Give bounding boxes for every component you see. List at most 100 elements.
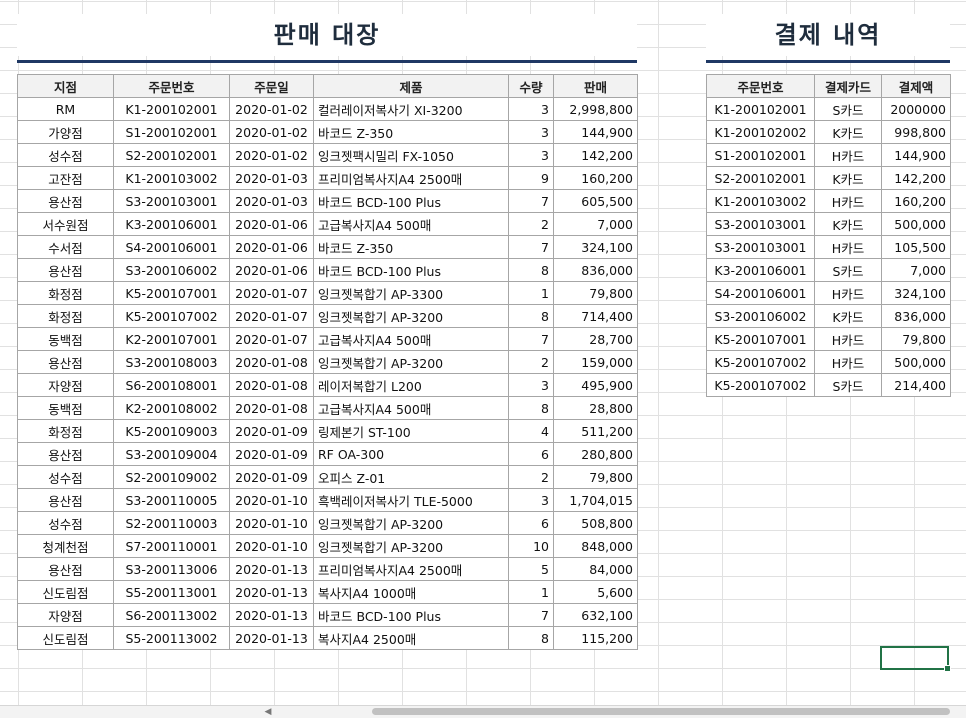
cell-payment-amount[interactable]: 500,000	[881, 212, 951, 236]
cell-order-date[interactable]: 2020-01-08	[229, 373, 314, 397]
cell-product[interactable]: 잉크젯복합기 AP-3200	[313, 534, 509, 558]
cell-quantity[interactable]: 2	[508, 350, 554, 374]
cell-quantity[interactable]: 8	[508, 396, 554, 420]
cell-order-date[interactable]: 2020-01-09	[229, 419, 314, 443]
cell-order-number[interactable]: S7-200110001	[113, 534, 230, 558]
cell-branch[interactable]: 청계천점	[17, 534, 114, 558]
cell-product[interactable]: 오피스 Z-01	[313, 465, 509, 489]
cell-sales-amount[interactable]: 7,000	[553, 212, 638, 236]
cell-payment-card[interactable]: S카드	[814, 258, 882, 282]
cell-sales-amount[interactable]: 632,100	[553, 603, 638, 627]
cell-sales-amount[interactable]: 848,000	[553, 534, 638, 558]
cell-order-date[interactable]: 2020-01-13	[229, 580, 314, 604]
cell-quantity[interactable]: 1	[508, 281, 554, 305]
cell-payment-amount[interactable]: 79,800	[881, 327, 951, 351]
cell-quantity[interactable]: 3	[508, 97, 554, 121]
cell-quantity[interactable]: 3	[508, 488, 554, 512]
horizontal-scrollbar[interactable]: ◀	[0, 705, 966, 718]
cell-sales-amount[interactable]: 495,900	[553, 373, 638, 397]
header-payment-amount[interactable]: 결제액	[881, 74, 951, 98]
cell-sales-amount[interactable]: 605,500	[553, 189, 638, 213]
cell-payment-card[interactable]: H카드	[814, 327, 882, 351]
cell-branch[interactable]: 용산점	[17, 557, 114, 581]
cell-quantity[interactable]: 7	[508, 603, 554, 627]
cell-payment-card[interactable]: H카드	[814, 350, 882, 374]
cell-quantity[interactable]: 3	[508, 143, 554, 167]
cell-order-date[interactable]: 2020-01-06	[229, 212, 314, 236]
cell-order-date[interactable]: 2020-01-02	[229, 120, 314, 144]
cell-branch[interactable]: 가양점	[17, 120, 114, 144]
cell-sales-amount[interactable]: 115,200	[553, 626, 638, 650]
cell-branch[interactable]: RM	[17, 97, 114, 121]
cell-order-number[interactable]: S3-200110005	[113, 488, 230, 512]
cell-order-date[interactable]: 2020-01-08	[229, 350, 314, 374]
cell-order-number[interactable]: K2-200107001	[113, 327, 230, 351]
cell-quantity[interactable]: 2	[508, 465, 554, 489]
cell-order-date[interactable]: 2020-01-07	[229, 327, 314, 351]
cell-order-date[interactable]: 2020-01-03	[229, 166, 314, 190]
cell-payment-order-number[interactable]: K1-200103002	[706, 189, 815, 213]
cell-sales-amount[interactable]: 159,000	[553, 350, 638, 374]
cell-product[interactable]: 프리미엄복사지A4 2500매	[313, 557, 509, 581]
cell-product[interactable]: 바코드 Z-350	[313, 120, 509, 144]
cell-payment-amount[interactable]: 214,400	[881, 373, 951, 397]
cell-sales-amount[interactable]: 511,200	[553, 419, 638, 443]
cell-quantity[interactable]: 7	[508, 189, 554, 213]
cell-order-number[interactable]: S6-200108001	[113, 373, 230, 397]
scrollbar-thumb[interactable]	[372, 708, 950, 715]
cell-order-date[interactable]: 2020-01-02	[229, 97, 314, 121]
header-branch[interactable]: 지점	[17, 74, 114, 98]
header-order-date[interactable]: 주문일	[229, 74, 314, 98]
cell-product[interactable]: 링제본기 ST-100	[313, 419, 509, 443]
cell-order-number[interactable]: S3-200109004	[113, 442, 230, 466]
cell-order-date[interactable]: 2020-01-07	[229, 281, 314, 305]
cell-order-number[interactable]: S3-200106002	[113, 258, 230, 282]
cell-sales-amount[interactable]: 836,000	[553, 258, 638, 282]
cell-payment-order-number[interactable]: S2-200102001	[706, 166, 815, 190]
cell-order-number[interactable]: K1-200103002	[113, 166, 230, 190]
cell-branch[interactable]: 동백점	[17, 327, 114, 351]
header-sales-amount[interactable]: 판매	[553, 74, 638, 98]
cell-sales-amount[interactable]: 714,400	[553, 304, 638, 328]
cell-product[interactable]: 바코드 BCD-100 Plus	[313, 603, 509, 627]
cell-order-number[interactable]: S1-200102001	[113, 120, 230, 144]
cell-payment-amount[interactable]: 500,000	[881, 350, 951, 374]
cell-product[interactable]: 잉크젯복합기 AP-3300	[313, 281, 509, 305]
cell-order-number[interactable]: K2-200108002	[113, 396, 230, 420]
cell-quantity[interactable]: 6	[508, 511, 554, 535]
cell-payment-order-number[interactable]: S3-200103001	[706, 235, 815, 259]
cell-payment-order-number[interactable]: K5-200107001	[706, 327, 815, 351]
cell-quantity[interactable]: 7	[508, 235, 554, 259]
cell-order-date[interactable]: 2020-01-08	[229, 396, 314, 420]
cell-order-number[interactable]: K3-200106001	[113, 212, 230, 236]
cell-payment-order-number[interactable]: K1-200102002	[706, 120, 815, 144]
cell-product[interactable]: 복사지A4 2500매	[313, 626, 509, 650]
cell-branch[interactable]: 성수점	[17, 465, 114, 489]
cell-order-date[interactable]: 2020-01-10	[229, 511, 314, 535]
cell-sales-amount[interactable]: 280,800	[553, 442, 638, 466]
cell-payment-amount[interactable]: 324,100	[881, 281, 951, 305]
cell-order-date[interactable]: 2020-01-09	[229, 465, 314, 489]
cell-sales-amount[interactable]: 2,998,800	[553, 97, 638, 121]
cell-product[interactable]: 컬러레이저복사기 XI-3200	[313, 97, 509, 121]
cell-order-number[interactable]: S5-200113001	[113, 580, 230, 604]
cell-payment-amount[interactable]: 998,800	[881, 120, 951, 144]
cell-product[interactable]: 바코드 BCD-100 Plus	[313, 189, 509, 213]
cell-quantity[interactable]: 3	[508, 373, 554, 397]
cell-payment-card[interactable]: S카드	[814, 373, 882, 397]
triangle-left-icon[interactable]: ◀	[262, 706, 274, 718]
cell-payment-card[interactable]: K카드	[814, 166, 882, 190]
header-order-number[interactable]: 주문번호	[113, 74, 230, 98]
cell-quantity[interactable]: 2	[508, 212, 554, 236]
cell-sales-amount[interactable]: 144,900	[553, 120, 638, 144]
cell-order-date[interactable]: 2020-01-10	[229, 534, 314, 558]
cell-quantity[interactable]: 3	[508, 120, 554, 144]
cell-quantity[interactable]: 8	[508, 626, 554, 650]
cell-payment-order-number[interactable]: S4-200106001	[706, 281, 815, 305]
cell-order-number[interactable]: K5-200107002	[113, 304, 230, 328]
cell-sales-amount[interactable]: 28,800	[553, 396, 638, 420]
cell-order-date[interactable]: 2020-01-09	[229, 442, 314, 466]
cell-order-date[interactable]: 2020-01-06	[229, 235, 314, 259]
cell-branch[interactable]: 용산점	[17, 189, 114, 213]
cell-payment-card[interactable]: K카드	[814, 212, 882, 236]
